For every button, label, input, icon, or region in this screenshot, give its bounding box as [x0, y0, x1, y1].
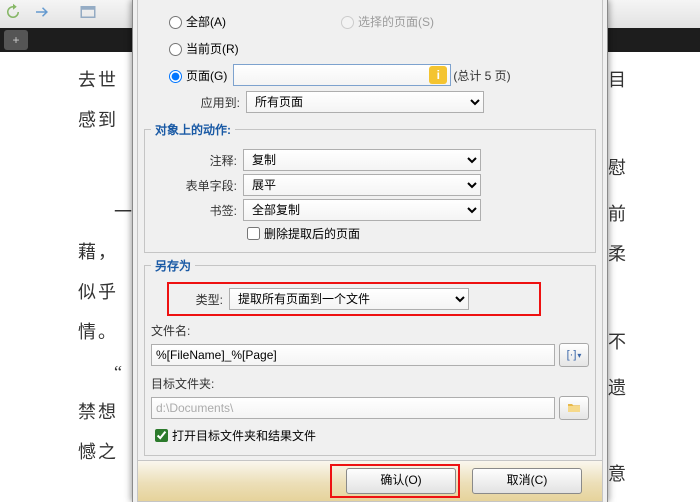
anno-select[interactable]: 复制 — [243, 149, 481, 171]
bookmark-select[interactable]: 全部复制 — [243, 199, 481, 221]
apply-to-label: 应用到: — [144, 94, 246, 111]
browse-folder-button[interactable] — [559, 396, 589, 420]
extract-pages-dialog: 全部(A) 选择的页面(S) 当前页(R) 页面(G) i (总计 5 页) 应… — [132, 0, 608, 502]
window-icon[interactable] — [79, 3, 97, 21]
anno-label: 注释: — [151, 152, 243, 169]
form-label: 表单字段: — [151, 177, 243, 194]
radio-all[interactable]: 全部(A) — [164, 9, 226, 33]
actions-legend: 对象上的动作: — [151, 121, 235, 138]
filename-input[interactable] — [151, 344, 555, 366]
type-label: 类型: — [173, 291, 229, 308]
open-folder-checkbox[interactable]: 打开目标文件夹和结果文件 — [151, 426, 316, 445]
forward-icon[interactable] — [33, 3, 51, 21]
ok-button[interactable]: 确认(O) — [346, 468, 456, 494]
apply-to-select[interactable]: 所有页面 — [246, 91, 484, 113]
delete-after-checkbox[interactable]: 删除提取后的页面 — [243, 224, 360, 243]
radio-selected: 选择的页面(S) — [336, 9, 434, 33]
actions-group: 对象上的动作: 注释: 复制 表单字段: 展平 书签: 全部复制 删除提取后的页… — [144, 121, 596, 253]
new-tab-button[interactable]: + — [4, 30, 28, 50]
pages-input[interactable] — [233, 64, 451, 86]
info-icon[interactable]: i — [429, 66, 447, 84]
bookmark-label: 书签: — [151, 202, 243, 219]
form-select[interactable]: 展平 — [243, 174, 481, 196]
type-select[interactable]: 提取所有页面到一个文件 — [229, 288, 469, 310]
dialog-footer: 确认(O) 取消(C) — [138, 460, 602, 501]
reload-icon[interactable] — [4, 3, 22, 21]
saveas-legend: 另存为 — [151, 257, 195, 274]
folder-label: 目标文件夹: — [151, 375, 241, 392]
saveas-group: 另存为 类型: 提取所有页面到一个文件 文件名: [·]▾ 目标文件夹: — [144, 257, 596, 456]
radio-current[interactable]: 当前页(R) — [164, 36, 239, 60]
radio-pages[interactable]: 页面(G) — [164, 63, 227, 87]
folder-icon — [566, 400, 582, 416]
fname-label: 文件名: — [151, 322, 217, 339]
total-pages-label: (总计 5 页) — [453, 67, 510, 84]
highlight-ok-box: 确认(O) — [330, 464, 460, 498]
filename-macro-button[interactable]: [·]▾ — [559, 343, 589, 367]
cancel-button[interactable]: 取消(C) — [472, 468, 582, 494]
folder-input[interactable] — [151, 397, 555, 419]
highlight-type-box: 类型: 提取所有页面到一个文件 — [167, 282, 541, 316]
